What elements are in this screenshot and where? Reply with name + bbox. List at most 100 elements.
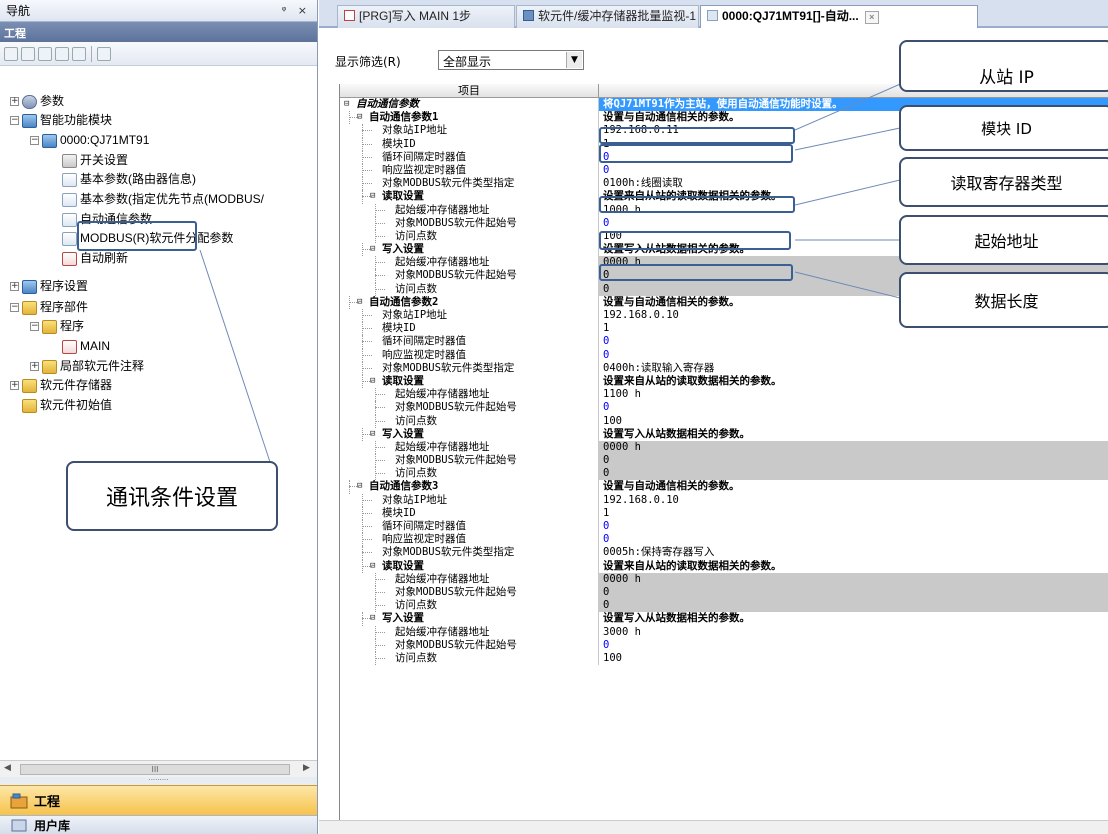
grid-row[interactable]: ⊟ 读取设置 设置来自从站的读取数据相关的参数。 bbox=[340, 559, 1108, 573]
grid-item-cell[interactable]: 对象MODBUS软元件起始号 bbox=[340, 216, 599, 230]
properties-icon[interactable] bbox=[55, 46, 69, 61]
grid-item-cell[interactable]: ⊟ 自动通信参数1 bbox=[340, 111, 599, 125]
grid-item-cell[interactable]: 循环间隔定时器值 bbox=[340, 150, 599, 164]
grid-item-cell[interactable]: 访问点数 bbox=[340, 414, 599, 428]
grid-value-cell[interactable]: 设置写入从站数据相关的参数。 bbox=[599, 428, 1108, 441]
grid-value-cell[interactable]: 0005h:保持寄存器写入 bbox=[599, 546, 1108, 559]
nav-tab-project[interactable]: 工程 bbox=[0, 785, 317, 815]
grid-row[interactable]: 循环间隔定时器值 0 bbox=[340, 335, 1108, 349]
tree-item[interactable]: 软元件初始值 bbox=[22, 396, 112, 415]
grid-item-cell[interactable]: 起始缓冲存储器地址 bbox=[340, 203, 599, 217]
grid-value-cell[interactable]: 100 bbox=[599, 415, 1108, 428]
tree-item[interactable]: + 程序设置 bbox=[10, 277, 88, 296]
grid-value-cell[interactable]: 0400h:读取输入寄存器 bbox=[599, 362, 1108, 375]
grid-value-cell[interactable]: 0 bbox=[599, 454, 1108, 468]
close-icon[interactable]: × bbox=[864, 11, 879, 24]
expand-icon[interactable]: + bbox=[10, 381, 19, 390]
grid-item-cell[interactable]: 模块ID bbox=[340, 506, 599, 520]
collapse-icon[interactable]: ⊟ bbox=[370, 243, 375, 256]
grid-item-cell[interactable]: 起始缓冲存储器地址 bbox=[340, 625, 599, 639]
tree-item[interactable]: − 智能功能模块 bbox=[10, 111, 112, 130]
tree-item[interactable]: 基本参数(指定优先节点(MODBUS/ bbox=[62, 190, 264, 209]
grid-row[interactable]: 起始缓冲存储器地址 3000 h bbox=[340, 625, 1108, 639]
grid-row[interactable]: 起始缓冲存储器地址 0000 h bbox=[340, 572, 1108, 586]
column-header-item[interactable]: 项目 bbox=[340, 84, 599, 97]
grid-item-cell[interactable]: 对象MODBUS软元件起始号 bbox=[340, 401, 599, 415]
tree-item[interactable]: 开关设置 bbox=[62, 151, 128, 170]
grid-value-cell[interactable]: 1 bbox=[599, 507, 1108, 520]
grid-value-cell[interactable]: 0 bbox=[599, 401, 1108, 414]
navigation-horizontal-scrollbar[interactable]: ◀ III ▶ bbox=[0, 760, 317, 777]
grid-value-cell[interactable]: 设置来自从站的读取数据相关的参数。 bbox=[599, 375, 1108, 388]
grid-value-cell[interactable]: 0 bbox=[599, 467, 1108, 481]
grid-value-cell[interactable]: 0000 h bbox=[599, 440, 1108, 455]
grid-item-cell[interactable]: 模块ID bbox=[340, 137, 599, 151]
grid-item-cell[interactable]: 对象站IP地址 bbox=[340, 493, 599, 507]
grid-value-cell[interactable]: 设置与自动通信相关的参数。 bbox=[599, 480, 1108, 493]
collapse-icon[interactable]: ⊟ bbox=[357, 480, 362, 493]
grid-item-cell[interactable]: ⊟ 写入设置 bbox=[340, 243, 599, 257]
grid-horizontal-scrollbar[interactable] bbox=[319, 820, 1108, 834]
collapse-icon[interactable]: ⊟ bbox=[370, 375, 375, 388]
collapse-icon[interactable]: ⊟ bbox=[344, 98, 349, 111]
grid-item-cell[interactable]: 对象站IP地址 bbox=[340, 124, 599, 138]
grid-row[interactable]: ⊟ 写入设置 设置写入从站数据相关的参数。 bbox=[340, 612, 1108, 626]
grid-item-cell[interactable]: 访问点数 bbox=[340, 599, 599, 613]
tree-item[interactable]: + 局部软元件注释 bbox=[30, 357, 144, 376]
refresh-icon[interactable] bbox=[72, 46, 86, 61]
grid-value-cell[interactable]: 0 bbox=[599, 349, 1108, 362]
paste-icon[interactable] bbox=[38, 46, 52, 61]
tab-prg-main[interactable]: [PRG]写入 MAIN 1步 bbox=[337, 5, 515, 28]
grid-value-cell[interactable]: 100 bbox=[599, 652, 1108, 665]
pin-close-buttons[interactable]: ᵠ × bbox=[282, 4, 311, 17]
panel-splitter-grip[interactable]: ········· bbox=[0, 777, 317, 785]
tree-item[interactable]: − 程序 bbox=[30, 317, 84, 336]
chevron-down-icon[interactable]: ▼ bbox=[566, 52, 582, 68]
grid-item-cell[interactable]: 循环间隔定时器值 bbox=[340, 520, 599, 534]
grid-row[interactable]: 对象MODBUS软元件起始号 0 bbox=[340, 401, 1108, 415]
expand-icon[interactable]: + bbox=[10, 97, 19, 106]
grid-value-cell[interactable]: 192.168.0.10 bbox=[599, 494, 1108, 507]
grid-item-cell[interactable]: 对象站IP地址 bbox=[340, 309, 599, 323]
tree-item[interactable]: + 参数 bbox=[10, 92, 64, 111]
collapse-icon[interactable]: ⊟ bbox=[370, 560, 375, 573]
grid-row[interactable]: 访问点数 100 bbox=[340, 651, 1108, 666]
grid-row[interactable]: 循环间隔定时器值 0 bbox=[340, 520, 1108, 534]
grid-row[interactable]: 对象MODBUS软元件起始号 0 bbox=[340, 638, 1108, 652]
grid-item-cell[interactable]: 访问点数 bbox=[340, 651, 599, 666]
grid-row[interactable]: 响应监视定时器值 0 bbox=[340, 348, 1108, 362]
grid-item-cell[interactable]: 响应监视定时器值 bbox=[340, 533, 599, 547]
grid-value-cell[interactable]: 0000 h bbox=[599, 572, 1108, 586]
grid-item-cell[interactable]: 模块ID bbox=[340, 322, 599, 336]
grid-item-cell[interactable]: ⊟ 写入设置 bbox=[340, 427, 599, 441]
grid-row[interactable]: 对象MODBUS软元件起始号 0 bbox=[340, 585, 1108, 600]
tree-item[interactable]: 自动刷新 bbox=[62, 249, 128, 268]
display-filter-select[interactable]: 全部显示 ▼ bbox=[438, 50, 584, 70]
grid-row[interactable]: 对象MODBUS软元件类型指定 0400h:读取输入寄存器 bbox=[340, 361, 1108, 375]
tab-auto-comm-params[interactable]: 0000:QJ71MT91[]-自动... × bbox=[700, 5, 978, 28]
collapse-icon[interactable]: ⊟ bbox=[370, 428, 375, 441]
expand-icon[interactable]: + bbox=[30, 362, 39, 371]
collapse-icon[interactable]: − bbox=[30, 136, 39, 145]
grid-item-cell[interactable]: 访问点数 bbox=[340, 467, 599, 481]
grid-item-cell[interactable]: ⊟ 读取设置 bbox=[340, 374, 599, 389]
grid-item-cell[interactable]: 起始缓冲存储器地址 bbox=[340, 440, 599, 455]
grid-row[interactable]: ⊟ 自动通信参数3 设置与自动通信相关的参数。 bbox=[340, 480, 1108, 494]
filter-icon[interactable] bbox=[97, 46, 111, 61]
grid-item-cell[interactable]: 访问点数 bbox=[340, 229, 599, 244]
grid-item-cell[interactable]: 对象MODBUS软元件起始号 bbox=[340, 638, 599, 652]
grid-row[interactable]: 起始缓冲存储器地址 1100 h bbox=[340, 388, 1108, 402]
grid-item-cell[interactable]: 对象MODBUS软元件起始号 bbox=[340, 454, 599, 468]
collapse-icon[interactable]: − bbox=[30, 322, 39, 331]
grid-item-cell[interactable]: ⊟ 读取设置 bbox=[340, 190, 599, 204]
tab-device-monitor[interactable]: 软元件/缓冲存储器批量监视-1 bbox=[516, 5, 699, 28]
grid-value-cell[interactable]: 3000 h bbox=[599, 626, 1108, 639]
grid-row[interactable]: 对象MODBUS软元件起始号 0 bbox=[340, 454, 1108, 468]
grid-row[interactable]: ⊟ 读取设置 设置来自从站的读取数据相关的参数。 bbox=[340, 374, 1108, 389]
grid-item-cell[interactable]: ⊟ 读取设置 bbox=[340, 559, 599, 573]
copy-icon[interactable] bbox=[21, 46, 35, 61]
grid-row[interactable]: 访问点数 0 bbox=[340, 467, 1108, 481]
grid-row[interactable]: 访问点数 100 bbox=[340, 414, 1108, 428]
grid-item-cell[interactable]: ⊟ 写入设置 bbox=[340, 612, 599, 626]
grid-item-cell[interactable]: 访问点数 bbox=[340, 282, 599, 296]
